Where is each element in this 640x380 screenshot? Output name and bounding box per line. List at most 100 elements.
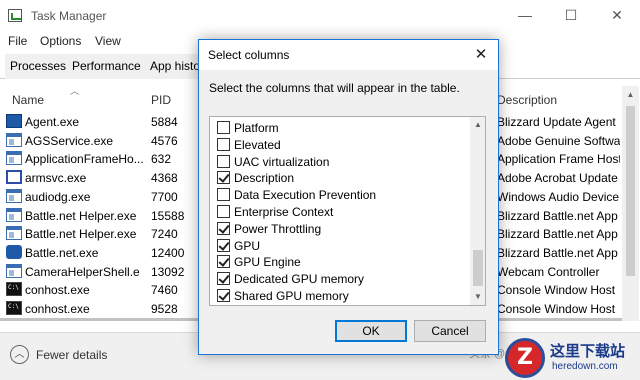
column-option-label: Elevated	[234, 137, 281, 152]
close-window-button[interactable]: ✕	[594, 0, 640, 31]
column-option-label: Platform	[234, 121, 279, 135]
column-option-label: Description	[234, 171, 295, 186]
column-option[interactable]: Description	[210, 168, 468, 185]
column-header-description[interactable]: Description	[497, 93, 557, 107]
chevron-up-icon[interactable]: ︿	[10, 345, 29, 364]
process-pid: 632	[151, 152, 172, 167]
process-description: Blizzard Update Agent	[497, 115, 616, 129]
select-columns-dialog: Select columns ✕ Select the columns that…	[198, 39, 499, 355]
column-option[interactable]: Shared GPU memory	[210, 286, 468, 303]
process-pid: 7240	[151, 227, 178, 242]
dialog-instruction: Select the columns that will appear in t…	[209, 81, 460, 95]
watermark-logo-icon: Z	[505, 338, 545, 378]
column-header-name[interactable]: Name	[12, 93, 44, 107]
watermark-url: heredown.com	[552, 361, 618, 372]
column-option-label: Data Execution Prevention	[234, 188, 377, 203]
process-pid: 13092	[151, 264, 185, 279]
tab-app-history[interactable]: App histo	[145, 54, 207, 79]
checkbox[interactable]	[217, 221, 230, 235]
column-option[interactable]: Enterprise Context	[210, 202, 468, 219]
process-name: Battle.net.exe	[25, 245, 99, 260]
column-option[interactable]: Platform	[210, 118, 468, 135]
window-app-icon	[6, 132, 22, 147]
process-name: conhost.exe	[25, 302, 90, 316]
process-name: ApplicationFrameHo...	[25, 152, 144, 167]
window-title: Task Manager	[31, 9, 107, 23]
scroll-thumb[interactable]	[626, 106, 635, 276]
checkbox[interactable]	[217, 171, 230, 185]
blizzard-agent-icon	[6, 114, 22, 128]
process-pid: 4576	[151, 133, 178, 148]
process-description: Console Window Host	[497, 283, 616, 298]
dialog-body: Select the columns that will appear in t…	[199, 70, 498, 354]
battlenet-icon	[6, 244, 22, 259]
process-name: armsvc.exe	[25, 171, 87, 186]
process-pid: 9528	[151, 302, 178, 316]
checkbox[interactable]	[217, 205, 230, 218]
checkbox[interactable]	[217, 238, 230, 252]
process-pid: 5884	[151, 115, 178, 129]
process-name: Battle.net Helper.exe	[25, 227, 137, 242]
dialog-close-icon[interactable]: ✕	[471, 45, 491, 65]
fewer-details-link[interactable]: Fewer details	[36, 348, 107, 362]
vertical-scrollbar[interactable]: ▲	[622, 86, 639, 321]
window-app-icon	[6, 263, 22, 278]
column-option[interactable]: Data Execution Prevention	[210, 185, 468, 202]
column-list: Platform Elevated UAC virtualization Descri…	[209, 116, 486, 306]
process-pid: 7700	[151, 189, 178, 204]
menu-options[interactable]: Options	[40, 34, 81, 48]
window-app-icon	[6, 207, 22, 222]
column-option[interactable]: Dedicated GPU memory	[210, 269, 468, 286]
checkbox[interactable]	[217, 289, 230, 302]
process-name: audiodg.exe	[25, 189, 91, 204]
column-header-pid[interactable]: PID	[151, 93, 171, 107]
watermark-site-name: 这里下载站	[550, 342, 626, 360]
column-option[interactable]: Power Throttling	[210, 219, 468, 236]
column-option-label: Power Throttling	[234, 221, 322, 236]
checkbox[interactable]	[217, 154, 230, 168]
process-description: Windows Audio Device G	[497, 189, 620, 204]
process-name: CameraHelperShell.e	[25, 264, 140, 279]
column-option[interactable]: GPU Engine	[210, 252, 468, 269]
minimize-button[interactable]: —	[502, 0, 548, 31]
dialog-title: Select columns	[208, 48, 290, 62]
process-pid: 4368	[151, 171, 178, 186]
checkbox[interactable]	[217, 188, 230, 202]
checkbox[interactable]	[217, 272, 230, 286]
maximize-button[interactable]: ☐	[548, 0, 594, 31]
tab-performance[interactable]: Performance	[67, 54, 147, 79]
scroll-up-arrow-icon[interactable]: ▲	[622, 86, 639, 103]
process-description: Blizzard Battle.net App B	[497, 227, 620, 242]
process-description: Console Window Host	[497, 302, 616, 316]
column-option-label: Enterprise Context	[234, 205, 334, 219]
task-manager-app-icon	[8, 9, 22, 22]
column-list-scrollbar[interactable]: ▲ ▼	[470, 117, 485, 305]
ok-button[interactable]: OK	[335, 320, 407, 342]
list-scroll-down-icon[interactable]: ▼	[470, 289, 485, 305]
console-icon	[6, 282, 22, 297]
list-scroll-thumb[interactable]	[473, 250, 483, 286]
column-option-label: Shared GPU memory	[234, 289, 349, 303]
process-name: Agent.exe	[25, 115, 80, 129]
list-scroll-up-icon[interactable]: ▲	[470, 117, 485, 133]
column-option-label: GPU Engine	[234, 255, 301, 270]
process-name: AGSService.exe	[25, 133, 114, 148]
column-option[interactable]: UAC virtualization	[210, 152, 468, 169]
menu-file[interactable]: File	[8, 34, 27, 48]
tab-processes[interactable]: Processes	[5, 54, 73, 79]
checkbox[interactable]	[217, 137, 230, 151]
cancel-button[interactable]: Cancel	[414, 320, 486, 342]
checkbox[interactable]	[217, 121, 230, 134]
window-app-icon	[6, 188, 22, 203]
checkbox[interactable]	[217, 255, 230, 269]
process-name: Battle.net Helper.exe	[25, 208, 137, 223]
column-option[interactable]: GPU	[210, 236, 468, 253]
menu-view[interactable]: View	[95, 34, 121, 48]
process-description: Adobe Acrobat Update S	[497, 171, 620, 186]
column-option-label: UAC virtualization	[234, 154, 330, 169]
process-pid: 15588	[151, 208, 185, 223]
process-description: Application Frame Host	[497, 152, 620, 167]
process-description: Blizzard Battle.net App B	[497, 208, 620, 223]
column-option-label: Dedicated GPU memory	[234, 272, 365, 287]
column-option[interactable]: Elevated	[210, 135, 468, 152]
